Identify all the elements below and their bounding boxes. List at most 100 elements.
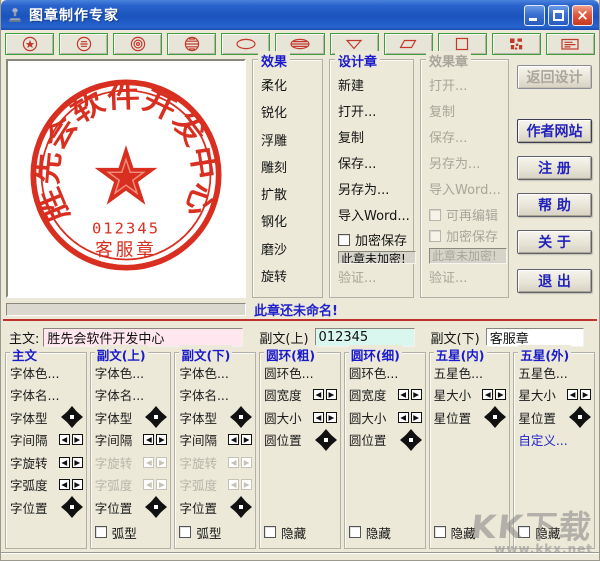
spin-left-button[interactable]: ◀ — [482, 389, 494, 401]
property-label[interactable]: 字体名... — [10, 385, 59, 404]
effect-stamp-command-4[interactable]: 导入Word... — [429, 178, 508, 204]
design-encrypt-save-checkbox[interactable] — [338, 233, 350, 246]
toolbar-button-round-banded-seal[interactable] — [167, 33, 217, 55]
pad-left-arrow[interactable] — [399, 433, 407, 446]
ring-thin-checkbox[interactable] — [348, 526, 361, 538]
spin-left-button[interactable]: ◀ — [228, 479, 240, 491]
spin-left-button[interactable]: ◀ — [228, 434, 240, 446]
spin-left-button[interactable]: ◀ — [567, 389, 579, 401]
effect-verify-command[interactable]: 验证... — [429, 267, 508, 291]
effect-item-4[interactable]: 扩散 — [261, 183, 322, 209]
design-command-0[interactable]: 新建 — [338, 74, 413, 100]
spin-right-button[interactable]: ▶ — [580, 389, 592, 401]
pad-right-arrow[interactable] — [245, 411, 253, 424]
pad-left-arrow[interactable] — [569, 411, 577, 424]
effect-stamp-command-3[interactable]: 另存为... — [429, 152, 508, 178]
effect-item-1[interactable]: 锐化 — [261, 101, 322, 127]
design-command-1[interactable]: 打开... — [338, 100, 413, 126]
spin-right-button[interactable]: ▶ — [325, 411, 337, 423]
spin-left-button[interactable]: ◀ — [58, 479, 70, 491]
ring-thick-checkbox[interactable] — [264, 526, 277, 538]
spin-left-button[interactable]: ◀ — [58, 434, 70, 446]
main-text-input[interactable] — [43, 327, 244, 347]
direction-pad[interactable] — [60, 496, 83, 519]
toolbar-button-round-text-seal[interactable] — [59, 33, 109, 55]
property-label[interactable]: 五星色... — [518, 363, 567, 382]
pad-right-arrow[interactable] — [414, 433, 422, 446]
pad-right-arrow[interactable] — [75, 411, 83, 424]
spin-right-button[interactable]: ▶ — [241, 479, 253, 491]
exit-button[interactable]: 退 出 — [517, 269, 592, 293]
spin-left-button[interactable]: ◀ — [397, 411, 409, 423]
direction-pad[interactable] — [569, 406, 592, 429]
effect-reeditable-checkbox[interactable] — [429, 208, 441, 221]
spin-right-button[interactable]: ▶ — [241, 456, 253, 468]
spin-right-button[interactable]: ▶ — [71, 456, 83, 468]
pad-right-arrow[interactable] — [160, 411, 168, 424]
pad-right-arrow[interactable] — [584, 411, 592, 424]
maximize-button[interactable] — [548, 4, 569, 26]
design-command-2[interactable]: 复制 — [338, 126, 413, 152]
toolbar-button-pattern-seal[interactable] — [491, 33, 541, 55]
design-command-3[interactable]: 保存... — [338, 152, 413, 178]
return-to-design-button[interactable]: 返回设计 — [517, 65, 592, 89]
direction-pad[interactable] — [145, 406, 168, 429]
toolbar-button-round-star-seal[interactable] — [5, 33, 55, 55]
toolbar-button-badge-seal[interactable] — [545, 33, 596, 55]
spin-left-button[interactable]: ◀ — [143, 434, 155, 446]
property-label[interactable]: 字体名... — [95, 385, 144, 404]
spin-left-button[interactable]: ◀ — [397, 389, 409, 401]
spin-right-button[interactable]: ▶ — [410, 389, 422, 401]
property-label[interactable]: 字体色... — [10, 363, 59, 382]
spin-right-button[interactable]: ▶ — [71, 434, 83, 446]
spin-left-button[interactable]: ◀ — [143, 456, 155, 468]
design-command-5[interactable]: 导入Word... — [338, 204, 413, 230]
effect-item-3[interactable]: 雕刻 — [261, 156, 322, 182]
property-label[interactable]: 字体色... — [95, 363, 144, 382]
pad-right-arrow[interactable] — [245, 501, 253, 514]
direction-pad[interactable] — [314, 428, 337, 451]
pad-left-arrow[interactable] — [314, 433, 322, 446]
author-website-button[interactable]: 作者网站 — [517, 119, 592, 143]
property-label[interactable]: 圆环色... — [264, 363, 313, 382]
spin-left-button[interactable]: ◀ — [143, 479, 155, 491]
pad-left-arrow[interactable] — [230, 411, 238, 424]
property-label[interactable]: 字体名... — [179, 385, 228, 404]
property-label[interactable]: 自定义... — [518, 430, 567, 449]
register-button[interactable]: 注 册 — [517, 156, 592, 180]
direction-pad[interactable] — [230, 406, 253, 429]
direction-pad[interactable] — [484, 406, 507, 429]
help-button[interactable]: 帮 助 — [517, 193, 592, 217]
spin-left-button[interactable]: ◀ — [58, 456, 70, 468]
design-command-4[interactable]: 另存为... — [338, 178, 413, 204]
direction-pad[interactable] — [230, 496, 253, 519]
direction-pad[interactable] — [399, 428, 422, 451]
direction-pad[interactable] — [145, 496, 168, 519]
spin-right-button[interactable]: ▶ — [241, 434, 253, 446]
spin-left-button[interactable]: ◀ — [228, 456, 240, 468]
spin-right-button[interactable]: ▶ — [156, 456, 168, 468]
property-label[interactable]: 字体色... — [179, 363, 228, 382]
spin-right-button[interactable]: ▶ — [156, 434, 168, 446]
effect-item-7[interactable]: 旋转 — [261, 265, 322, 291]
pad-left-arrow[interactable] — [60, 501, 68, 514]
sub-upper-checkbox[interactable] — [94, 526, 107, 538]
design-verify-command[interactable]: 验证... — [338, 267, 413, 291]
star-inner-checkbox[interactable] — [433, 526, 446, 538]
spin-right-button[interactable]: ▶ — [71, 479, 83, 491]
effect-item-5[interactable]: 钢化 — [261, 210, 322, 236]
sub-upper-input[interactable] — [314, 327, 415, 347]
spin-right-button[interactable]: ▶ — [495, 389, 507, 401]
effect-encrypt-save-checkbox[interactable] — [429, 229, 441, 242]
direction-pad[interactable] — [60, 406, 83, 429]
pad-left-arrow[interactable] — [484, 411, 492, 424]
effect-stamp-command-2[interactable]: 保存... — [429, 126, 508, 152]
pad-left-arrow[interactable] — [145, 411, 153, 424]
toolbar-button-round-rings-seal[interactable] — [113, 33, 163, 55]
effect-stamp-command-1[interactable]: 复制 — [429, 100, 508, 126]
sub-lower-checkbox[interactable] — [179, 526, 192, 538]
effect-stamp-command-0[interactable]: 打开... — [429, 74, 508, 100]
pad-left-arrow[interactable] — [145, 501, 153, 514]
property-label[interactable]: 圆环色... — [349, 363, 398, 382]
pad-right-arrow[interactable] — [329, 433, 337, 446]
